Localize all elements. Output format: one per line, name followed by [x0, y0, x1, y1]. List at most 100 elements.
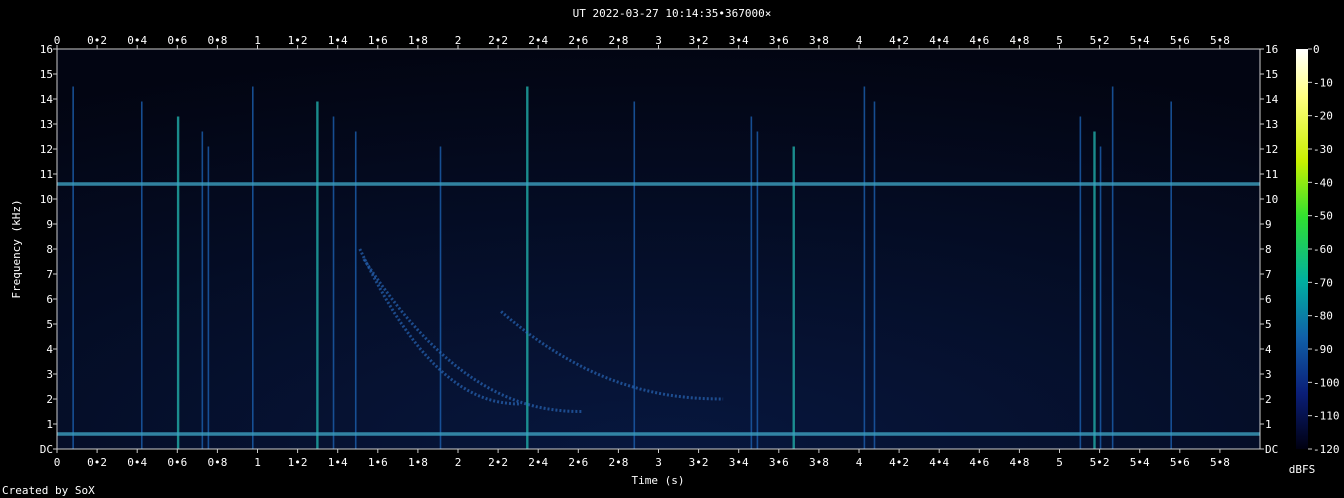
x-tick-label-top: 5•2: [1090, 34, 1110, 47]
plot-noise-floor: [57, 49, 1260, 449]
x-tick-label: 5•2: [1090, 456, 1110, 469]
x-tick-label-top: 2: [455, 34, 462, 47]
colorbar: [1296, 49, 1308, 449]
x-tick-label: 4•8: [1009, 456, 1029, 469]
y-tick-label: 4: [46, 343, 53, 356]
y-tick-label: 3: [46, 368, 53, 381]
x-tick-label: 0•4: [127, 456, 147, 469]
y-tick-label: 14: [40, 93, 54, 106]
x-tick-label: 2•6: [568, 456, 588, 469]
x-tick-label-top: 0: [54, 34, 61, 47]
x-tick-label-top: 4•8: [1009, 34, 1029, 47]
footer-credit: Created by SoX: [2, 484, 95, 497]
x-tick-label-top: 5•8: [1210, 34, 1230, 47]
x-axis-label: Time (s): [632, 474, 685, 487]
y-tick-label: 11: [40, 168, 53, 181]
y-tick-label-right: 14: [1265, 93, 1279, 106]
x-tick-label: 4•2: [889, 456, 909, 469]
colorbar-tick-label: -90: [1313, 343, 1333, 356]
colorbar-tick-label: -30: [1313, 143, 1333, 156]
colorbar-tick-label: -80: [1313, 310, 1333, 323]
y-tick-label: 8: [46, 243, 53, 256]
colorbar-ticks: 0 -10 -20 -30 -40 -50 -60 -70 -80 -90 -100 -110 -120: [1308, 43, 1340, 456]
y-tick-label-right: 11: [1265, 168, 1278, 181]
colorbar-tick-label: -20: [1313, 110, 1333, 123]
x-tick-label: 3: [655, 456, 662, 469]
x-tick-label: 5: [1056, 456, 1063, 469]
x-tick-label-top: 0•2: [87, 34, 107, 47]
x-tick-label-top: 5: [1056, 34, 1063, 47]
y-tick-label-right: 12: [1265, 143, 1278, 156]
colorbar-tick-label: 0: [1313, 43, 1320, 56]
x-tick-label: 0•8: [207, 456, 227, 469]
x-tick-label-top: 0•4: [127, 34, 147, 47]
x-tick-label-top: 4•6: [969, 34, 989, 47]
x-tick-label-top: 1: [254, 34, 261, 47]
x-tick-label: 4•4: [929, 456, 949, 469]
x-tick-label: 3•6: [769, 456, 789, 469]
y-tick-label: 16: [40, 43, 53, 56]
x-tick-label-top: 0•8: [207, 34, 227, 47]
x-tick-label: 5•4: [1130, 456, 1150, 469]
y-tick-label-right: 5: [1265, 318, 1272, 331]
y-tick-label: 10: [40, 193, 53, 206]
colorbar-tick-label: -110: [1313, 410, 1340, 423]
y-tick-label-right: 2: [1265, 393, 1272, 406]
x-tick-label-top: 1•4: [328, 34, 348, 47]
x-tick-label-top: 5•4: [1130, 34, 1150, 47]
x-tick-label-top: 2•8: [608, 34, 628, 47]
y-tick-label-right: 3: [1265, 368, 1272, 381]
y-tick-label: 9: [46, 218, 53, 231]
x-tick-label-top: 0•6: [167, 34, 187, 47]
x-tick-label: 3•2: [689, 456, 709, 469]
x-tick-label: 0: [54, 456, 61, 469]
y-tick-label: 13: [40, 118, 53, 131]
y-tick-label: 1: [46, 418, 53, 431]
y-tick-label: 12: [40, 143, 53, 156]
x-tick-label: 1•6: [368, 456, 388, 469]
x-tick-label-top: 4: [856, 34, 863, 47]
x-tick-label: 3•4: [729, 456, 749, 469]
x-tick-label-top: 2•4: [528, 34, 548, 47]
spectrogram-chart: 000•20•20•40•40•60•60•80•8111•21•21•41•4…: [10, 34, 1340, 487]
x-tick-label-top: 4•4: [929, 34, 949, 47]
x-tick-label: 4•6: [969, 456, 989, 469]
x-tick-label-top: 1•6: [368, 34, 388, 47]
x-tick-label-top: 4•2: [889, 34, 909, 47]
x-tick-label-top: 3•6: [769, 34, 789, 47]
x-tick-label: 1: [254, 456, 261, 469]
x-tick-label-top: 3•8: [809, 34, 829, 47]
x-tick-label: 4: [856, 456, 863, 469]
x-tick-label: 0•6: [167, 456, 187, 469]
y-tick-label-right: 13: [1265, 118, 1278, 131]
y-tick-label: 6: [46, 293, 53, 306]
y-tick-label-right: 15: [1265, 68, 1278, 81]
x-tick-label-top: 2•6: [568, 34, 588, 47]
colorbar-tick-label: -100: [1313, 376, 1340, 389]
y-tick-label: 7: [46, 268, 53, 281]
y-tick-label-right: DC: [1265, 443, 1278, 456]
x-tick-label-top: 2•2: [488, 34, 508, 47]
x-tick-label-top: 1•2: [288, 34, 308, 47]
y-tick-label-right: 9: [1265, 218, 1272, 231]
x-tick-label: 1•8: [408, 456, 428, 469]
y-tick-label-right: 16: [1265, 43, 1278, 56]
x-tick-label: 0•2: [87, 456, 107, 469]
colorbar-tick-label: -40: [1313, 176, 1333, 189]
colorbar-tick-label: -50: [1313, 210, 1333, 223]
y-tick-label-right: 4: [1265, 343, 1272, 356]
colorbar-label: dBFS: [1289, 463, 1316, 476]
y-tick-label: 15: [40, 68, 53, 81]
colorbar-tick-label: -60: [1313, 243, 1333, 256]
x-tick-label-top: 5•6: [1170, 34, 1190, 47]
y-tick-label-right: 1: [1265, 418, 1272, 431]
x-tick-label-top: 3•2: [689, 34, 709, 47]
x-tick-label-top: 3: [655, 34, 662, 47]
colorbar-tick-label: -10: [1313, 76, 1333, 89]
x-tick-label: 5•6: [1170, 456, 1190, 469]
x-tick-label-top: 3•4: [729, 34, 749, 47]
x-tick-label: 2•4: [528, 456, 548, 469]
y-tick-label-right: 8: [1265, 243, 1272, 256]
x-tick-label: 2•8: [608, 456, 628, 469]
colorbar-tick-label: -120: [1313, 443, 1340, 456]
